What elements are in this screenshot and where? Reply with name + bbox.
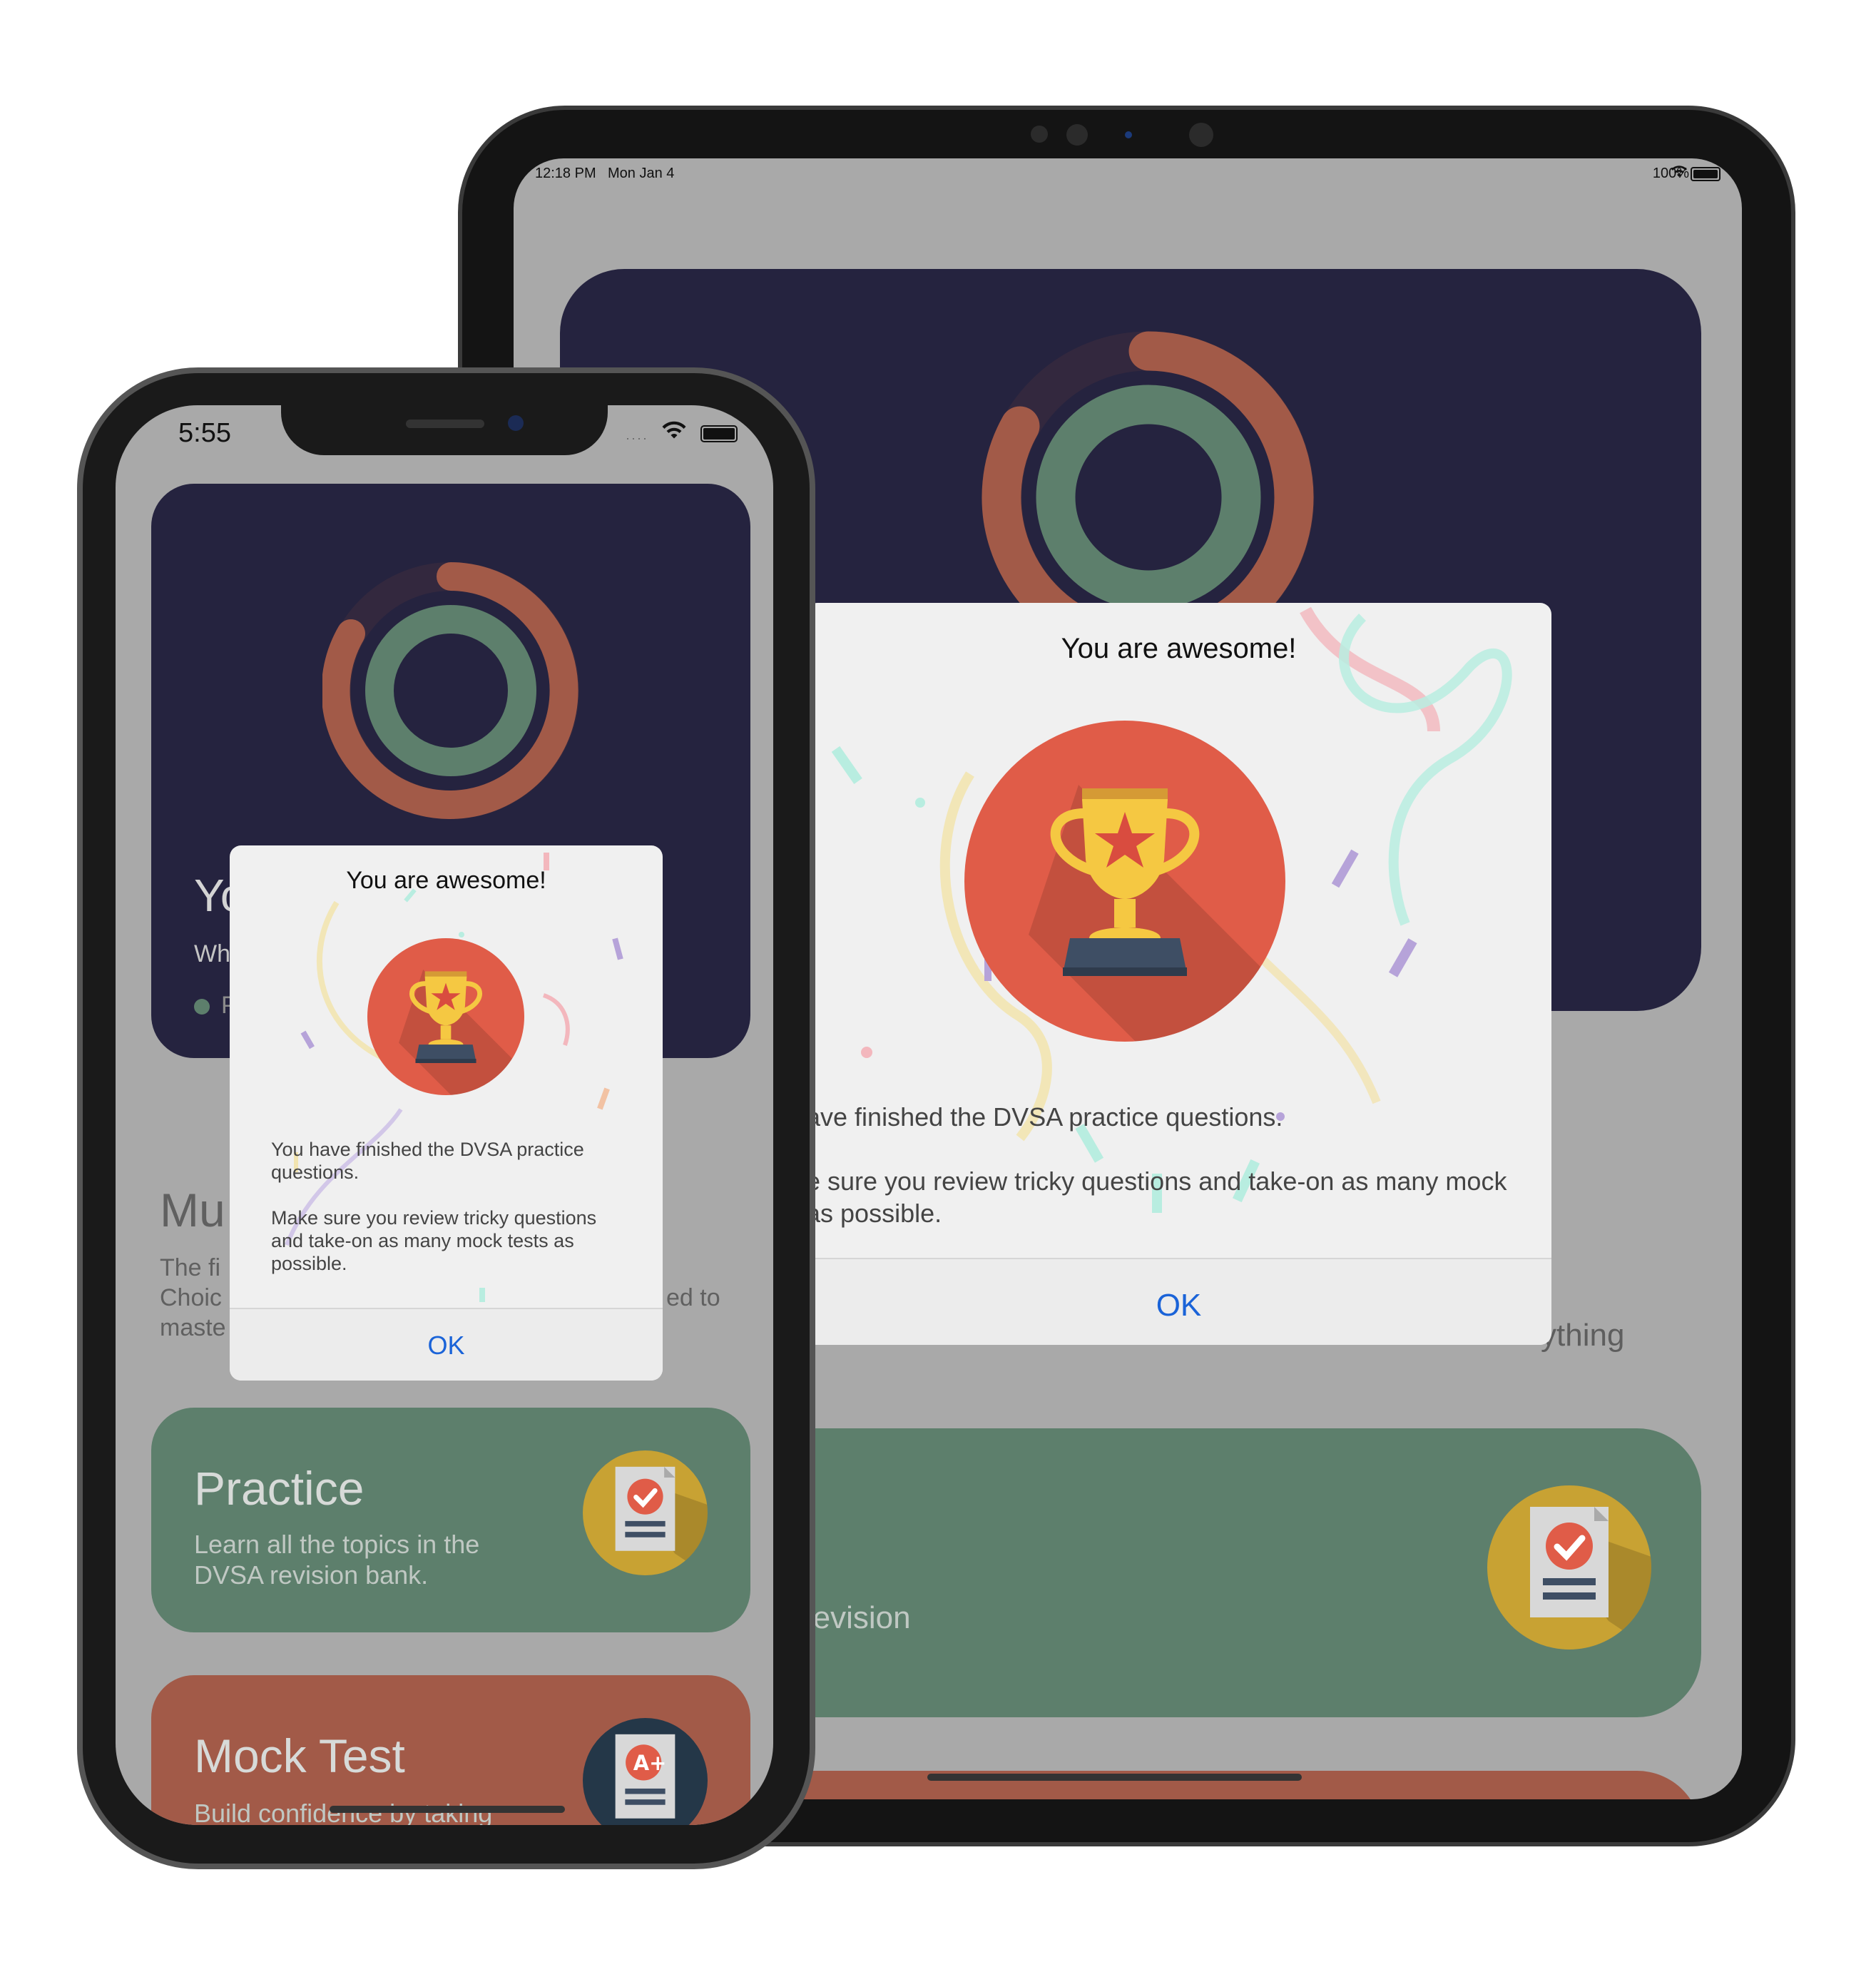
- trophy-icon: [964, 721, 1285, 1042]
- section-text-line-3: maste: [160, 1314, 226, 1341]
- practice-subtitle: Learn all the topics in the DVSA revisio…: [194, 1530, 480, 1590]
- ipad-camera: [1031, 121, 1216, 147]
- a-plus-document-icon: A+: [583, 1718, 708, 1825]
- mock-test-title: Mock Test: [194, 1729, 405, 1782]
- section-text-line-2: Choic: [160, 1284, 222, 1311]
- ok-button[interactable]: OK: [230, 1331, 663, 1361]
- alert-message: You have finished the DVSA practice ques…: [271, 1139, 597, 1274]
- notch: [281, 405, 608, 455]
- ok-button[interactable]: OK: [806, 1288, 1551, 1323]
- status-time: 12:18 PM: [535, 166, 596, 181]
- home-indicator: [927, 1774, 1302, 1781]
- legend-dot: [194, 999, 210, 1015]
- alert-message-line-1: ave finished the DVSA practice questions…: [806, 1102, 1283, 1132]
- alert-title: You are awesome!: [346, 867, 546, 894]
- alert-message-line-3: as possible.: [806, 1199, 942, 1228]
- practice-card[interactable]: Practice Learn all the topics in the DVS…: [151, 1408, 750, 1632]
- battery-icon: [1691, 167, 1720, 181]
- home-indicator: [330, 1806, 565, 1813]
- hero-subtitle: Wh: [194, 940, 230, 967]
- status-time: 5:55: [178, 418, 231, 448]
- battery-icon: [700, 425, 738, 442]
- checked-document-icon: [583, 1450, 708, 1575]
- status-date: Mon Jan 4: [608, 166, 675, 181]
- alert-message-line-2: e sure you review tricky questions and t…: [806, 1166, 1507, 1196]
- signal-icon: ····: [626, 431, 648, 445]
- section-text-line-1: The fi: [160, 1254, 221, 1281]
- ipad-awesome-alert: You are awesome! ave finished the DVSA p…: [806, 603, 1551, 1345]
- mock-test-card[interactable]: Mock Test Build confidence by taking A+: [151, 1675, 750, 1825]
- section-text-line-2-end: ed to: [666, 1284, 720, 1311]
- checked-document-icon: [1487, 1485, 1651, 1650]
- section-title: Mu: [160, 1184, 225, 1236]
- progress-rings: [322, 562, 579, 819]
- alert-title: You are awesome!: [1061, 633, 1297, 664]
- battery-percent: 100%: [1652, 166, 1689, 181]
- wifi-icon: [661, 421, 687, 444]
- section-text-fragment: ything: [1541, 1318, 1625, 1353]
- iphone-awesome-alert: You are awesome! You have finished the D…: [230, 845, 663, 1381]
- practice-title: Practice: [194, 1462, 365, 1515]
- trophy-icon: [367, 938, 524, 1095]
- svg-text:A+: A+: [633, 1751, 667, 1775]
